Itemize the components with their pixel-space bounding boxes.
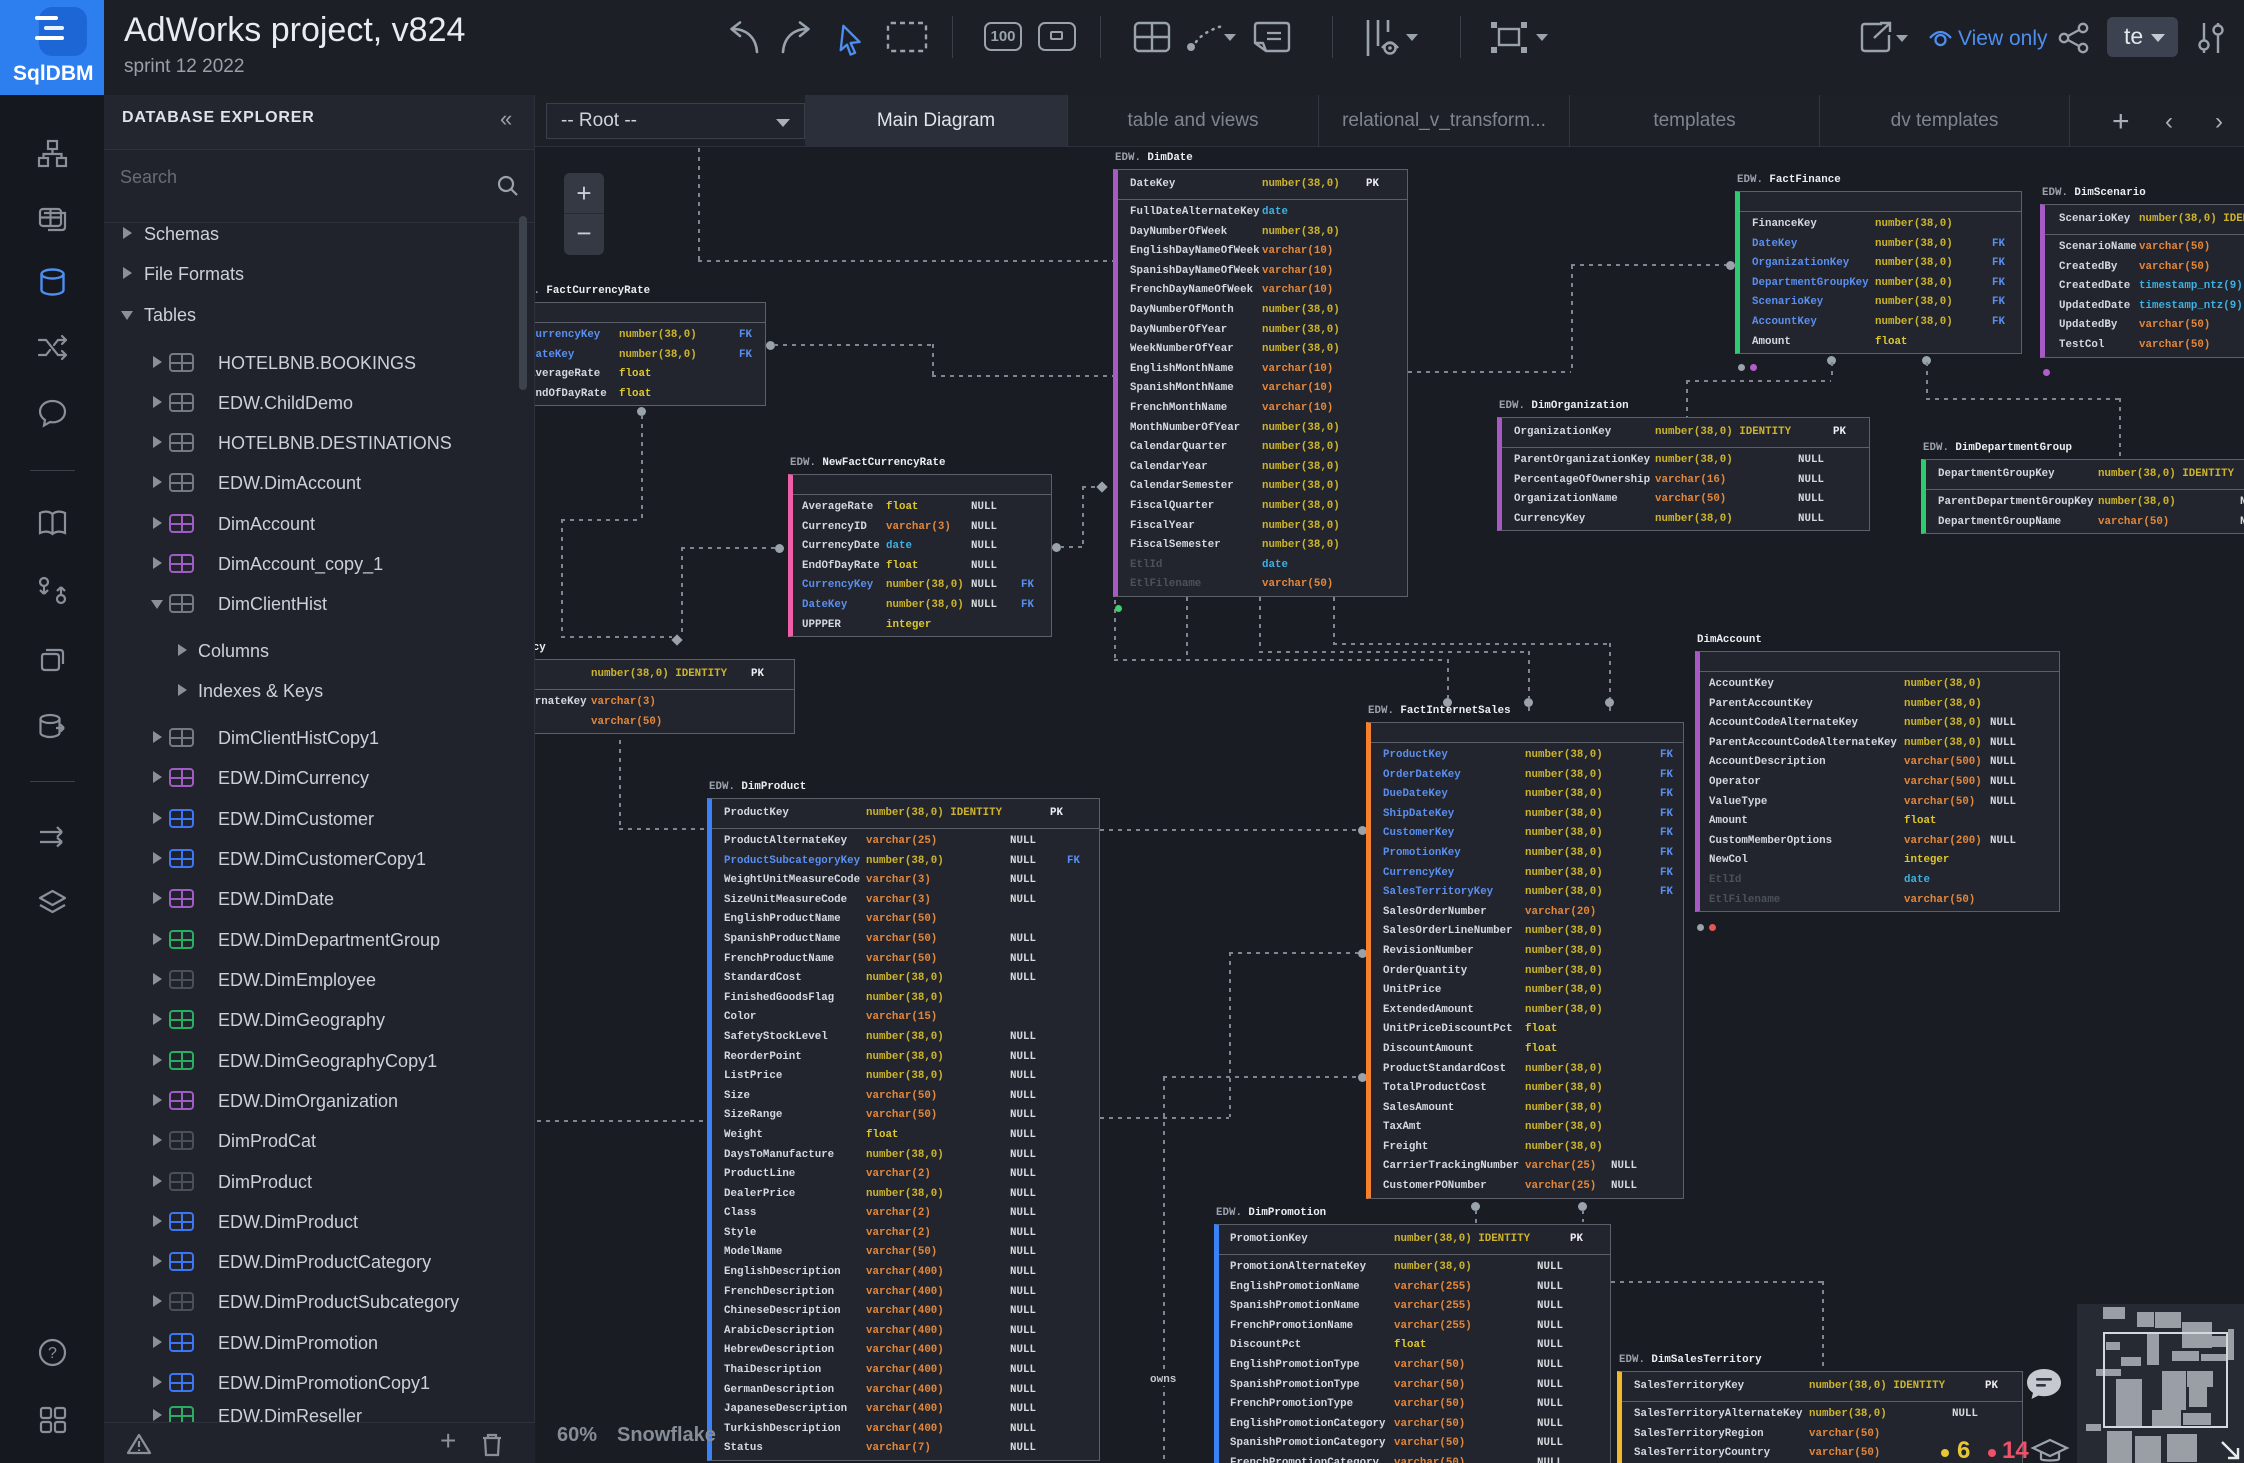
svg-text:?: ? bbox=[48, 1345, 57, 1362]
